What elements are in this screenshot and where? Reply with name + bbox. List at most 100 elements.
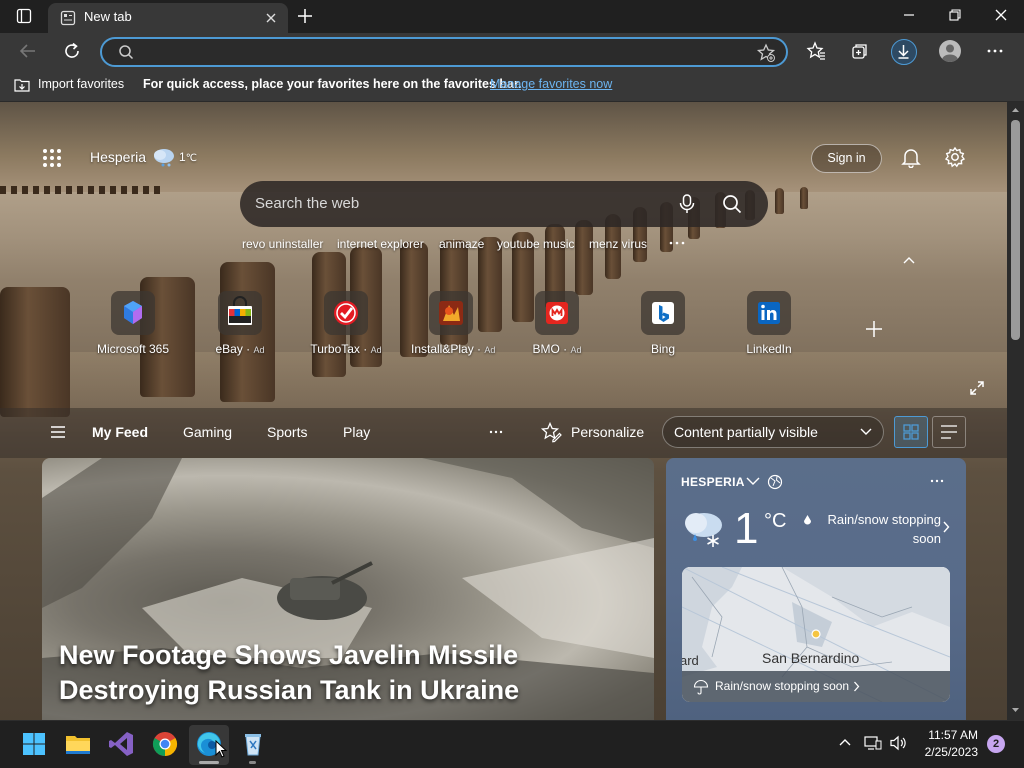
- search-submit-icon[interactable]: [722, 194, 742, 214]
- quick-link-install-play[interactable]: Install&Play · Ad: [411, 291, 496, 361]
- back-arrow-icon[interactable]: [18, 41, 38, 61]
- page-settings-gear-icon[interactable]: [944, 146, 966, 168]
- quick-link-turbotax[interactable]: TurboTax · Ad: [306, 291, 386, 361]
- ntp-location[interactable]: Hesperia: [90, 149, 146, 165]
- import-favorites-button[interactable]: Import favorites: [38, 77, 124, 91]
- new-tab-plus-icon[interactable]: [296, 7, 314, 25]
- file-explorer-icon[interactable]: [62, 728, 94, 760]
- minimize-icon[interactable]: [902, 8, 916, 22]
- settings-more-icon[interactable]: [986, 42, 1004, 60]
- downloads-icon[interactable]: [891, 39, 917, 65]
- add-favorite-star-icon[interactable]: [756, 43, 776, 63]
- favorites-icon[interactable]: [806, 41, 826, 61]
- linkedin-icon: [747, 291, 791, 335]
- chevron-down-icon[interactable]: [746, 476, 760, 486]
- quick-link-bing[interactable]: Bing: [623, 291, 703, 361]
- address-input[interactable]: [142, 42, 742, 62]
- manage-favorites-link[interactable]: Manage favorites now: [490, 77, 612, 91]
- rain-snow-cloud-icon: [151, 146, 177, 168]
- add-quick-link-plus-icon[interactable]: [865, 320, 883, 338]
- weather-card[interactable]: HESPERIA 1 °C Rain/snow stopping soon ar…: [666, 458, 966, 720]
- microphone-icon[interactable]: [678, 194, 696, 214]
- content-visibility-dropdown[interactable]: Content partially visible: [662, 416, 884, 448]
- import-favorites-icon: [13, 76, 31, 94]
- recycle-utility-icon[interactable]: [237, 728, 269, 760]
- quick-link-label: Install&Play · Ad: [411, 342, 496, 356]
- collections-icon[interactable]: [850, 41, 870, 61]
- install-play-icon: [429, 291, 473, 335]
- network-icon[interactable]: [864, 735, 882, 751]
- quick-link-microsoft-365[interactable]: Microsoft 365: [93, 291, 173, 361]
- profile-avatar-icon[interactable]: [939, 40, 961, 62]
- new-tab-page-icon: [60, 10, 76, 26]
- weather-location[interactable]: HESPERIA: [681, 475, 745, 489]
- restore-icon[interactable]: [948, 8, 962, 22]
- scrollbar-thumb[interactable]: [1011, 120, 1020, 340]
- weather-more-icon[interactable]: [930, 478, 944, 484]
- hero-headline[interactable]: New Footage Shows Javelin Missile Destro…: [59, 638, 619, 708]
- personalize-button[interactable]: Personalize: [571, 424, 644, 440]
- ebay-icon: [218, 291, 262, 335]
- quick-link-ebay[interactable]: eBay · Ad: [200, 291, 280, 361]
- weather-condition[interactable]: Rain/snow stopping soon: [815, 510, 941, 548]
- volume-icon[interactable]: [889, 735, 907, 751]
- close-tab-icon[interactable]: [264, 11, 278, 25]
- chrome-icon[interactable]: [149, 728, 181, 760]
- address-bar[interactable]: [100, 37, 788, 67]
- show-hidden-icons-chevron-up-icon[interactable]: [838, 737, 852, 747]
- feed-tab-gaming[interactable]: Gaming: [183, 424, 232, 440]
- web-search-placeholder: Search the web: [255, 195, 360, 212]
- notification-count: 2: [992, 738, 1000, 750]
- trending-search-item[interactable]: animaze: [439, 237, 484, 251]
- weather-unit[interactable]: °C: [764, 510, 786, 533]
- app-launcher-icon[interactable]: [42, 148, 62, 168]
- web-search-box[interactable]: Search the web: [240, 181, 768, 227]
- trending-search-item[interactable]: internet explorer: [337, 237, 424, 251]
- weather-radar-map[interactable]: ard San Bernardino Rain/snow stopping so…: [682, 567, 950, 702]
- weather-temperature: 1: [734, 504, 759, 553]
- feed-tab-my-feed[interactable]: My Feed: [92, 424, 148, 440]
- news-hero-card[interactable]: New Footage Shows Javelin Missile Destro…: [42, 458, 654, 720]
- feed-menu-hamburger-icon[interactable]: [50, 425, 66, 439]
- tab-title: New tab: [84, 9, 132, 24]
- sign-in-button[interactable]: Sign in: [811, 144, 882, 173]
- quick-link-label: eBay · Ad: [215, 342, 265, 356]
- start-windows-icon[interactable]: [18, 728, 50, 760]
- ntp-temp-unit: ℃: [185, 153, 197, 164]
- trending-search-item[interactable]: youtube music: [497, 237, 574, 251]
- personalize-pencil-star-icon[interactable]: [540, 421, 562, 443]
- tab-new-tab[interactable]: New tab: [48, 3, 288, 33]
- trending-search-item[interactable]: revo uninstaller: [242, 237, 323, 251]
- quick-link-label: LinkedIn: [746, 342, 792, 356]
- scroll-up-icon[interactable]: [1011, 106, 1020, 114]
- quick-link-bmo[interactable]: BMO · Ad: [517, 291, 597, 361]
- collapse-chevron-up-icon[interactable]: [902, 255, 916, 265]
- chevron-right-icon[interactable]: [942, 521, 950, 533]
- locate-globe-icon[interactable]: [767, 474, 783, 490]
- tab-actions-icon[interactable]: [16, 8, 32, 24]
- feed-more-icon[interactable]: [488, 429, 504, 435]
- more-trending-icon[interactable]: [668, 240, 686, 246]
- feed-tab-sports[interactable]: Sports: [267, 424, 307, 440]
- notifications-bell-icon[interactable]: [900, 146, 922, 168]
- taskbar-time[interactable]: 11:57 AM: [926, 728, 978, 742]
- grid-layout-icon[interactable]: [894, 416, 928, 448]
- trending-search-item[interactable]: menz virus: [589, 237, 647, 251]
- ntp-temp-value: 1: [179, 150, 186, 164]
- map-banner[interactable]: Rain/snow stopping soon: [682, 671, 950, 702]
- close-window-icon[interactable]: [994, 8, 1008, 22]
- page-scrollbar[interactable]: [1007, 102, 1024, 720]
- refresh-icon[interactable]: [62, 41, 82, 61]
- expand-background-icon[interactable]: [969, 380, 985, 396]
- favorites-bar-message: For quick access, place your favorites h…: [143, 77, 522, 91]
- tray-running-indicator: [249, 761, 256, 764]
- notification-badge[interactable]: 2: [987, 735, 1005, 753]
- list-layout-icon[interactable]: [932, 416, 966, 448]
- turbotax-icon: [324, 291, 368, 335]
- quick-link-linkedin[interactable]: LinkedIn: [729, 291, 809, 361]
- taskbar-date[interactable]: 2/25/2023: [918, 745, 978, 759]
- map-city-label: San Bernardino: [762, 650, 860, 666]
- visual-studio-icon[interactable]: [106, 728, 138, 760]
- scroll-down-icon[interactable]: [1011, 706, 1020, 714]
- feed-tab-play[interactable]: Play: [343, 424, 370, 440]
